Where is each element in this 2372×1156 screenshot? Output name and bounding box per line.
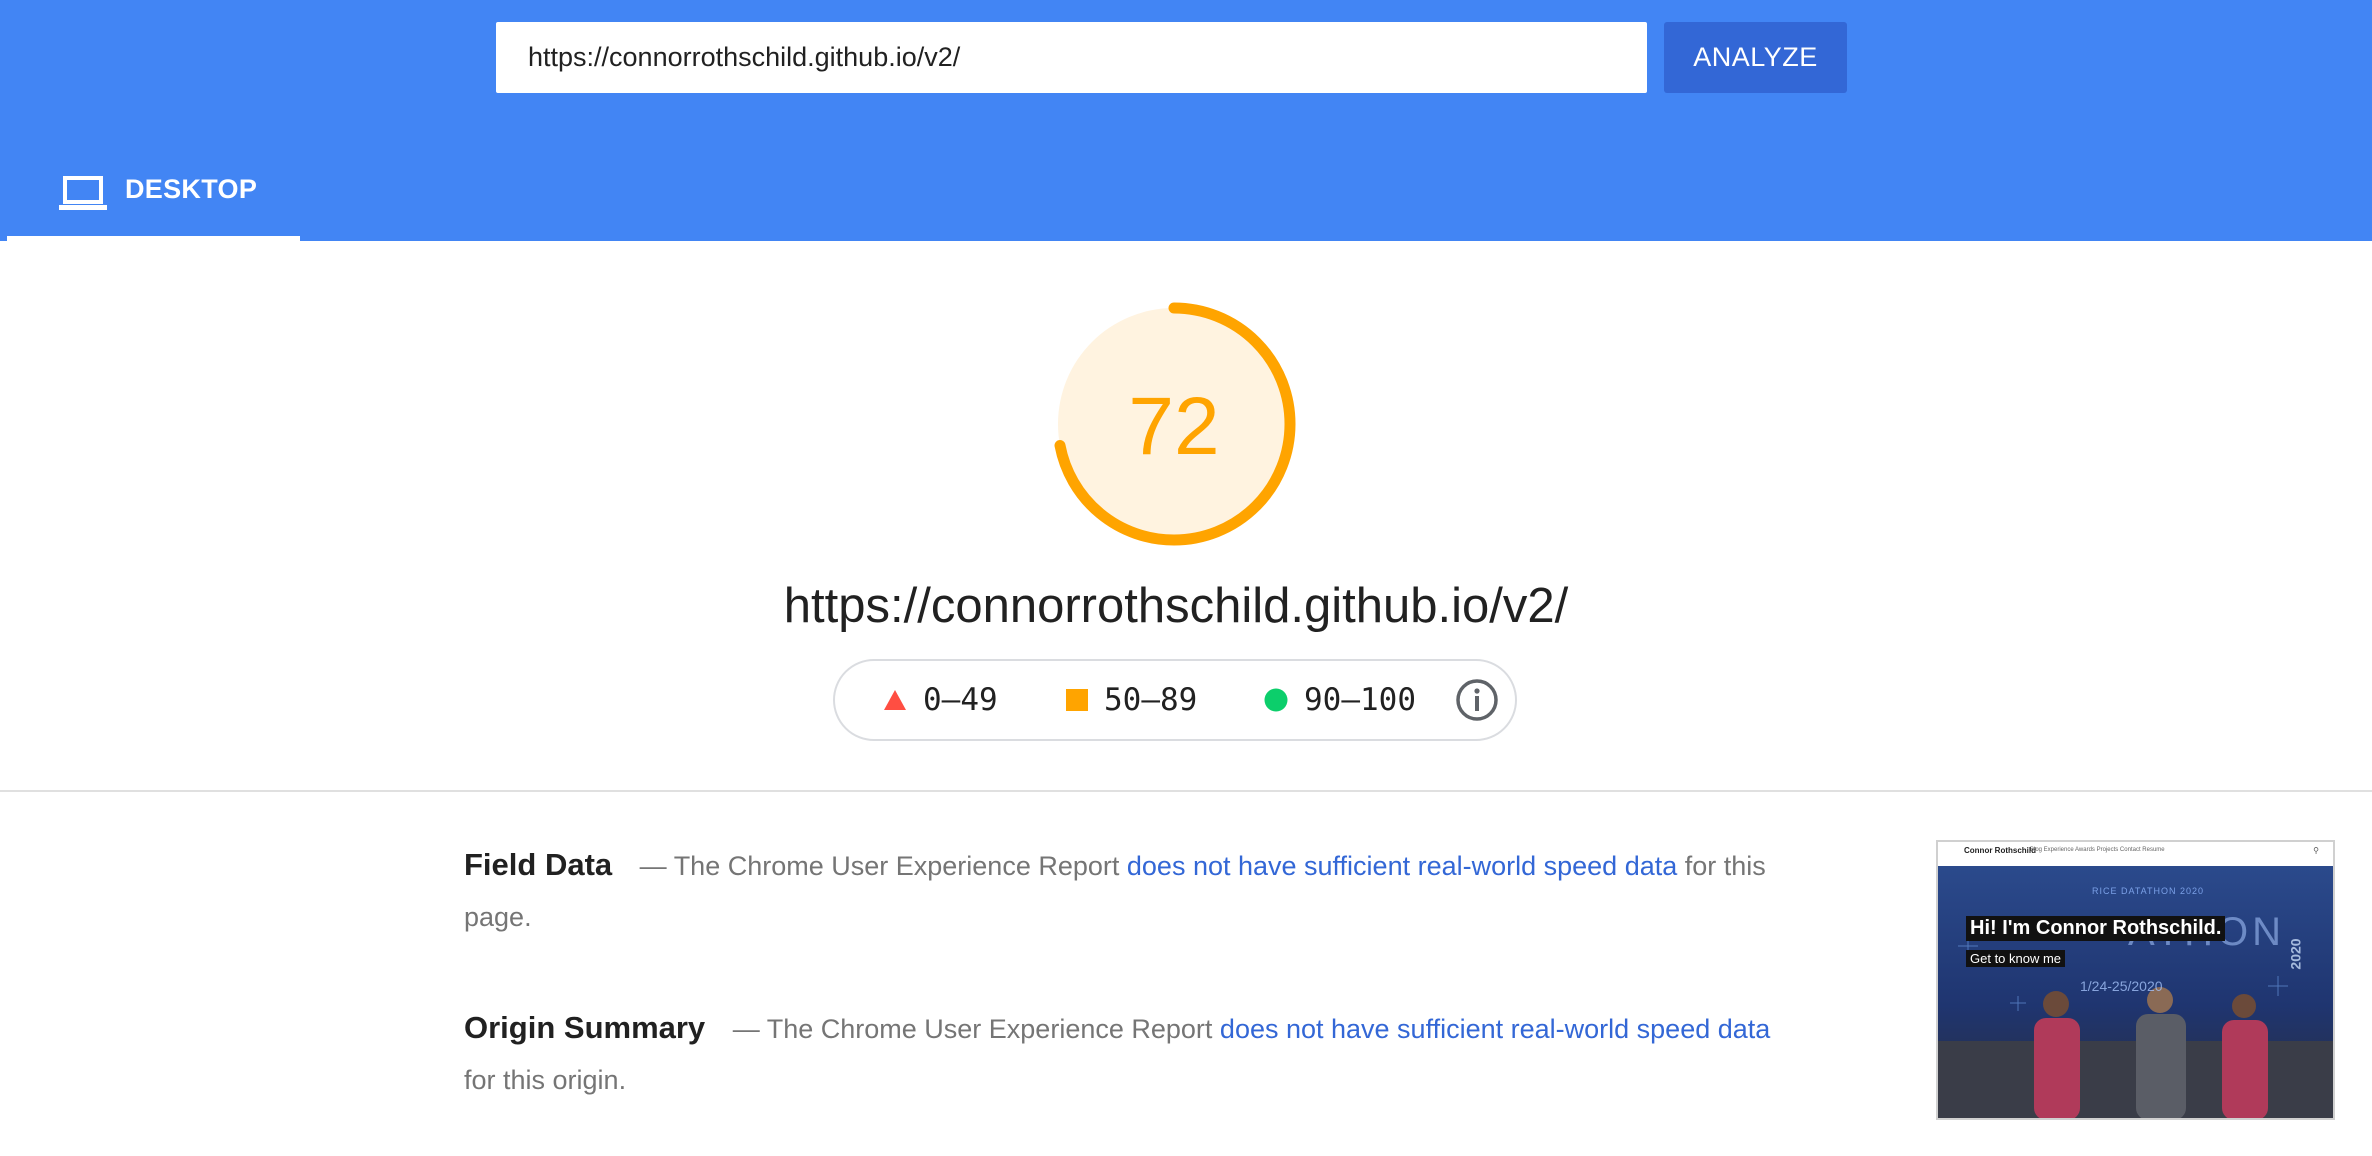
- field-data-text: The Chrome User Experience Report: [673, 851, 1120, 881]
- section-divider: [0, 790, 2372, 792]
- laptop-icon: [59, 176, 107, 210]
- search-icon: ⚲: [2313, 846, 2319, 855]
- score-legend: 0–49 50–89 90–100: [833, 659, 1517, 741]
- thumbnail-date-text: 1/24-25/2020: [2080, 978, 2163, 994]
- origin-summary-dash: —: [732, 1014, 760, 1044]
- url-input[interactable]: [496, 22, 1647, 93]
- page-screenshot-thumbnail: Connor Rothschild Blog Experience Awards…: [1936, 840, 2335, 1120]
- legend-fail-range: 0–49: [923, 682, 998, 718]
- legend-average: 50–89: [1066, 661, 1197, 739]
- header-bar: ANALYZE DESKTOP: [0, 0, 2372, 241]
- report-url: https://connorrothschild.github.io/v2/: [783, 579, 1569, 633]
- legend-average-range: 50–89: [1104, 682, 1198, 718]
- thumbnail-navbar: Connor Rothschild Blog Experience Awards…: [1938, 842, 2333, 866]
- thumbnail-hero: RICE DATATHON 2020 ATHON 1/24-25/2020 20…: [1938, 866, 2333, 1118]
- field-data-section: Field Data — The Chrome User Experience …: [464, 839, 1774, 943]
- performance-score: 72: [1128, 381, 1220, 472]
- thumbnail-brand: Connor Rothschild: [1964, 846, 2036, 855]
- tab-selected-indicator: [7, 236, 300, 241]
- origin-summary-title: Origin Summary: [464, 1010, 706, 1045]
- origin-summary-section: Origin Summary — The Chrome User Experie…: [464, 1002, 1774, 1106]
- square-icon: [1066, 689, 1088, 711]
- legend-pass-range: 90–100: [1304, 682, 1416, 718]
- thumbnail-year-text: 2020: [2287, 938, 2304, 970]
- field-data-title: Field Data: [464, 847, 613, 882]
- legend-fail: 0–49: [883, 661, 998, 739]
- triangle-icon: [884, 690, 906, 710]
- origin-summary-text-after: for this origin.: [464, 1065, 627, 1095]
- thumbnail-nav-links: Blog Experience Awards Projects Contact …: [2030, 847, 2165, 853]
- info-icon[interactable]: [1455, 678, 1499, 722]
- circle-icon: [1264, 688, 1288, 712]
- thumbnail-banner-text: RICE DATATHON 2020: [2091, 886, 2205, 896]
- field-data-dash: —: [639, 851, 667, 881]
- origin-summary-link[interactable]: does not have sufficient real-world spee…: [1220, 1014, 1770, 1044]
- origin-summary-text: The Chrome User Experience Report: [766, 1014, 1213, 1044]
- tab-desktop-label: DESKTOP: [125, 174, 258, 204]
- analyze-button[interactable]: ANALYZE: [1664, 22, 1847, 93]
- thumbnail-subheading: Get to know me: [1966, 950, 2066, 967]
- field-data-link[interactable]: does not have sufficient real-world spee…: [1127, 851, 1677, 881]
- tab-desktop[interactable]: DESKTOP: [7, 150, 300, 241]
- legend-pass: 90–100: [1264, 661, 1416, 739]
- thumbnail-heading: Hi! I'm Connor Rothschild.: [1966, 916, 2226, 941]
